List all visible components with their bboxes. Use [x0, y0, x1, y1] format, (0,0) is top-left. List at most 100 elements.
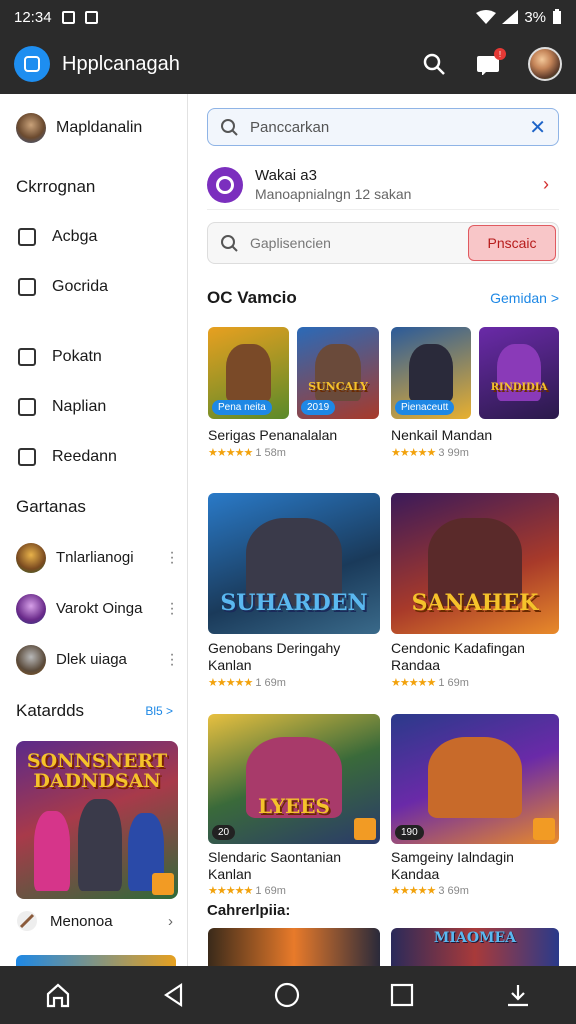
game-avatar: [16, 644, 46, 675]
clock: 12:34: [14, 8, 52, 26]
sidebar-game-3[interactable]: Dlek uiaga · · ·: [0, 634, 187, 685]
game-thumbnail[interactable]: SANAHEK: [391, 493, 559, 634]
sidebar-game-1[interactable]: Tnlarlianogi · · ·: [0, 532, 187, 583]
game-title: Nenkail Mandan: [391, 427, 493, 443]
box-icon: [18, 228, 36, 246]
ring-icon: [207, 166, 243, 203]
game-thumbnail[interactable]: RINDIDIA: [479, 327, 559, 419]
game-label: Pienaceutt: [395, 400, 455, 415]
game-thumbnail[interactable]: Pienaceutt: [391, 327, 471, 419]
clear-search-icon[interactable]: ✕: [529, 115, 546, 140]
sidebar-item-label: Reedann: [52, 448, 117, 465]
secondary-search-field[interactable]: Gaplisencien Pnscaic: [207, 222, 559, 264]
main-content: Panccarkan ✕ Wakai a3 Manoapnialngn 12 s…: [189, 94, 576, 966]
more-options-icon[interactable]: · · ·: [169, 647, 175, 673]
notification-card[interactable]: Wakai a3 Manoapnialngn 12 sakan ›: [207, 160, 559, 210]
game-art-title: MIAOMEA: [433, 930, 517, 946]
more-options-icon[interactable]: · · ·: [169, 545, 175, 571]
sidebar-partial-item[interactable]: [16, 955, 176, 966]
sidebar-item-3[interactable]: Pokatn: [0, 332, 187, 382]
corner-badge-icon: [354, 818, 376, 840]
notifications-button[interactable]: !: [474, 48, 506, 78]
search-placeholder: Panccarkan: [250, 118, 330, 136]
sidebar-section-title: Ckrrognan: [16, 177, 96, 196]
sidebar-banner[interactable]: SONNSNERT DADNDSAN: [16, 741, 178, 899]
game-label: 2019: [301, 400, 336, 415]
notification-badge: !: [494, 48, 506, 60]
recents-icon[interactable]: [389, 982, 415, 1008]
profile-icon[interactable]: [504, 981, 532, 1009]
game-avatar: [16, 542, 46, 573]
game-rating: ★★★★★ 3 99m: [391, 447, 469, 459]
game-art-title: SUHARDEN: [220, 590, 368, 616]
back-icon[interactable]: [161, 981, 185, 1009]
sidebar-item-5[interactable]: Reedann: [0, 432, 187, 482]
section-title: OC Vamcio: [207, 288, 297, 307]
sidebar-item-label: Pokatn: [52, 348, 102, 365]
sidebar-categories: Katardds Bl5 >: [0, 685, 187, 737]
game-art-title: RINDIDIA: [490, 382, 548, 393]
categories-more-link[interactable]: Bl5 >: [145, 704, 173, 718]
sidebar-item-label: Acbga: [52, 228, 98, 245]
footer-label: Menonoa: [50, 912, 113, 930]
sidebar: Mapldanalin Ckrrognan Acbga Gocrida Poka…: [0, 94, 188, 966]
sidebar-item-1[interactable]: Acbga: [0, 212, 187, 262]
home-icon: [18, 348, 36, 366]
more-options-icon[interactable]: · · ·: [169, 596, 175, 622]
secondary-search-placeholder: Gaplisencien: [250, 235, 331, 251]
game-title: Cendonic Kadafingan Randaa: [391, 640, 525, 673]
bottom-navigation: [0, 966, 576, 1024]
sidebar-item-label: Naplian: [52, 398, 107, 415]
sidebar-footer-item[interactable]: Menonoa ›: [0, 901, 187, 941]
profile-avatar[interactable]: [528, 47, 562, 81]
search-icon: [221, 119, 238, 136]
app-bar: Hpplcanagah !: [0, 34, 576, 94]
home-icon[interactable]: [44, 981, 72, 1009]
game-rating: ★★★★★ 1 58m: [208, 447, 286, 459]
section-more-link[interactable]: Gemidan >: [490, 290, 559, 306]
home-circle-icon[interactable]: [273, 981, 301, 1009]
app-logo-icon[interactable]: [14, 46, 50, 82]
game-art-title: LYEES: [258, 794, 330, 818]
sidebar-game-2[interactable]: Varokt Oinga · · ·: [0, 583, 187, 634]
section-header: OC Vamcio Gemidan >: [207, 284, 559, 312]
signal-icon: [502, 10, 519, 24]
game-art-title: SUNCALY: [308, 380, 368, 393]
search-field[interactable]: Panccarkan ✕: [207, 108, 559, 146]
sync-icon: [84, 10, 98, 24]
game-art-title: SANAHEK: [411, 590, 539, 616]
app-title: Hpplcanagah: [62, 52, 180, 75]
game-name: Dlek uiaga: [56, 651, 127, 668]
search-icon: [423, 53, 445, 75]
game-rating: ★★★★★ 1 69m: [391, 677, 469, 689]
categories-title: Katardds: [16, 701, 85, 720]
sidebar-section-title: Gartanas: [16, 497, 86, 516]
game-title: Genobans Deringahy Kanlan: [208, 640, 341, 673]
search-submit-button[interactable]: Pnscaic: [468, 225, 556, 261]
game-rating: ★★★★★ 1 69m: [208, 885, 286, 897]
game-thumbnail[interactable]: SUHARDEN: [208, 493, 380, 634]
sidebar-user[interactable]: Mapldanalin: [0, 94, 187, 162]
game-label: 190: [395, 825, 424, 840]
game-thumbnail[interactable]: [208, 928, 380, 966]
game-thumbnail[interactable]: SUNCALY 2019: [297, 327, 379, 419]
sidebar-item-label: Gocrida: [52, 278, 109, 295]
square-icon: [18, 278, 36, 296]
battery-percent: 3%: [524, 8, 546, 26]
search-button[interactable]: [420, 50, 448, 78]
game-thumbnail[interactable]: LYEES 20: [208, 714, 380, 844]
game-thumbnail[interactable]: Pena neita: [208, 327, 289, 419]
game-label: 20: [212, 825, 236, 840]
game-name: Varokt Oinga: [56, 600, 143, 617]
banner-corner-icon: [152, 873, 174, 895]
user-name: Mapldanalin: [56, 119, 143, 136]
sidebar-item-2[interactable]: Gocrida: [0, 262, 187, 312]
search-icon: [221, 235, 238, 252]
game-thumbnail[interactable]: 190: [391, 714, 559, 844]
game-title: Slendaric Saontanian Kanlan: [208, 849, 342, 882]
game-rating: ★★★★★ 3 69m: [391, 885, 469, 897]
game-thumbnail[interactable]: MIAOMEA: [391, 928, 559, 966]
game-title: Samgeiny Ialndagin Kandaa: [391, 849, 514, 882]
sidebar-item-4[interactable]: Naplian: [0, 382, 187, 432]
game-rating: ★★★★★ 1 69m: [208, 677, 286, 689]
